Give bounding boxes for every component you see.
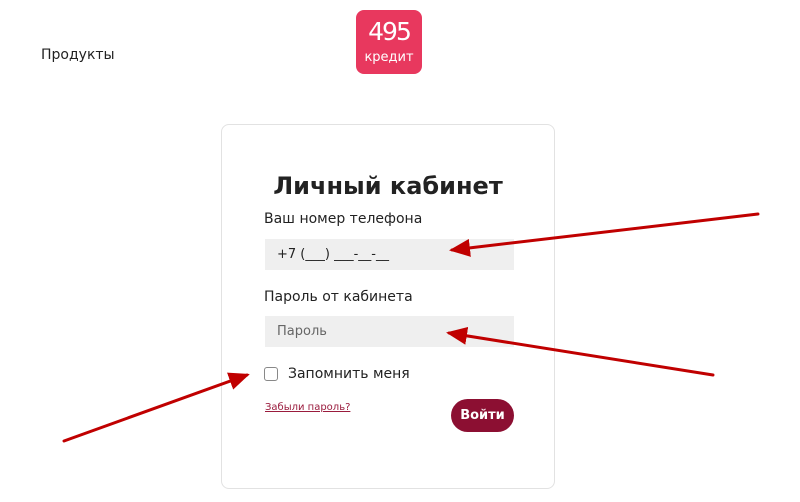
page-title: Личный кабинет (273, 172, 503, 200)
remember-me[interactable]: Запомнить меня (264, 365, 410, 383)
remember-label[interactable]: Запомнить меня (288, 366, 410, 382)
remember-checkbox[interactable] (264, 367, 278, 381)
password-input[interactable] (265, 316, 514, 347)
forgot-password-link[interactable]: Забыли пароль? (265, 402, 350, 413)
arrow-to-remember-checkbox (62, 372, 250, 443)
logo[interactable]: 495 кредит (356, 10, 422, 74)
phone-input[interactable] (265, 239, 514, 270)
phone-label: Ваш номер телефона (264, 211, 423, 227)
logo-word: кредит (364, 50, 414, 65)
password-label: Пароль от кабинета (264, 289, 413, 305)
login-button[interactable]: Войти (451, 399, 514, 432)
page: Продукты 495 кредит Личный кабинет Ваш н… (0, 0, 800, 502)
login-card: Личный кабинет Ваш номер телефона Пароль… (221, 124, 555, 489)
logo-number: 495 (368, 17, 412, 46)
nav-products-link[interactable]: Продукты (41, 47, 115, 63)
